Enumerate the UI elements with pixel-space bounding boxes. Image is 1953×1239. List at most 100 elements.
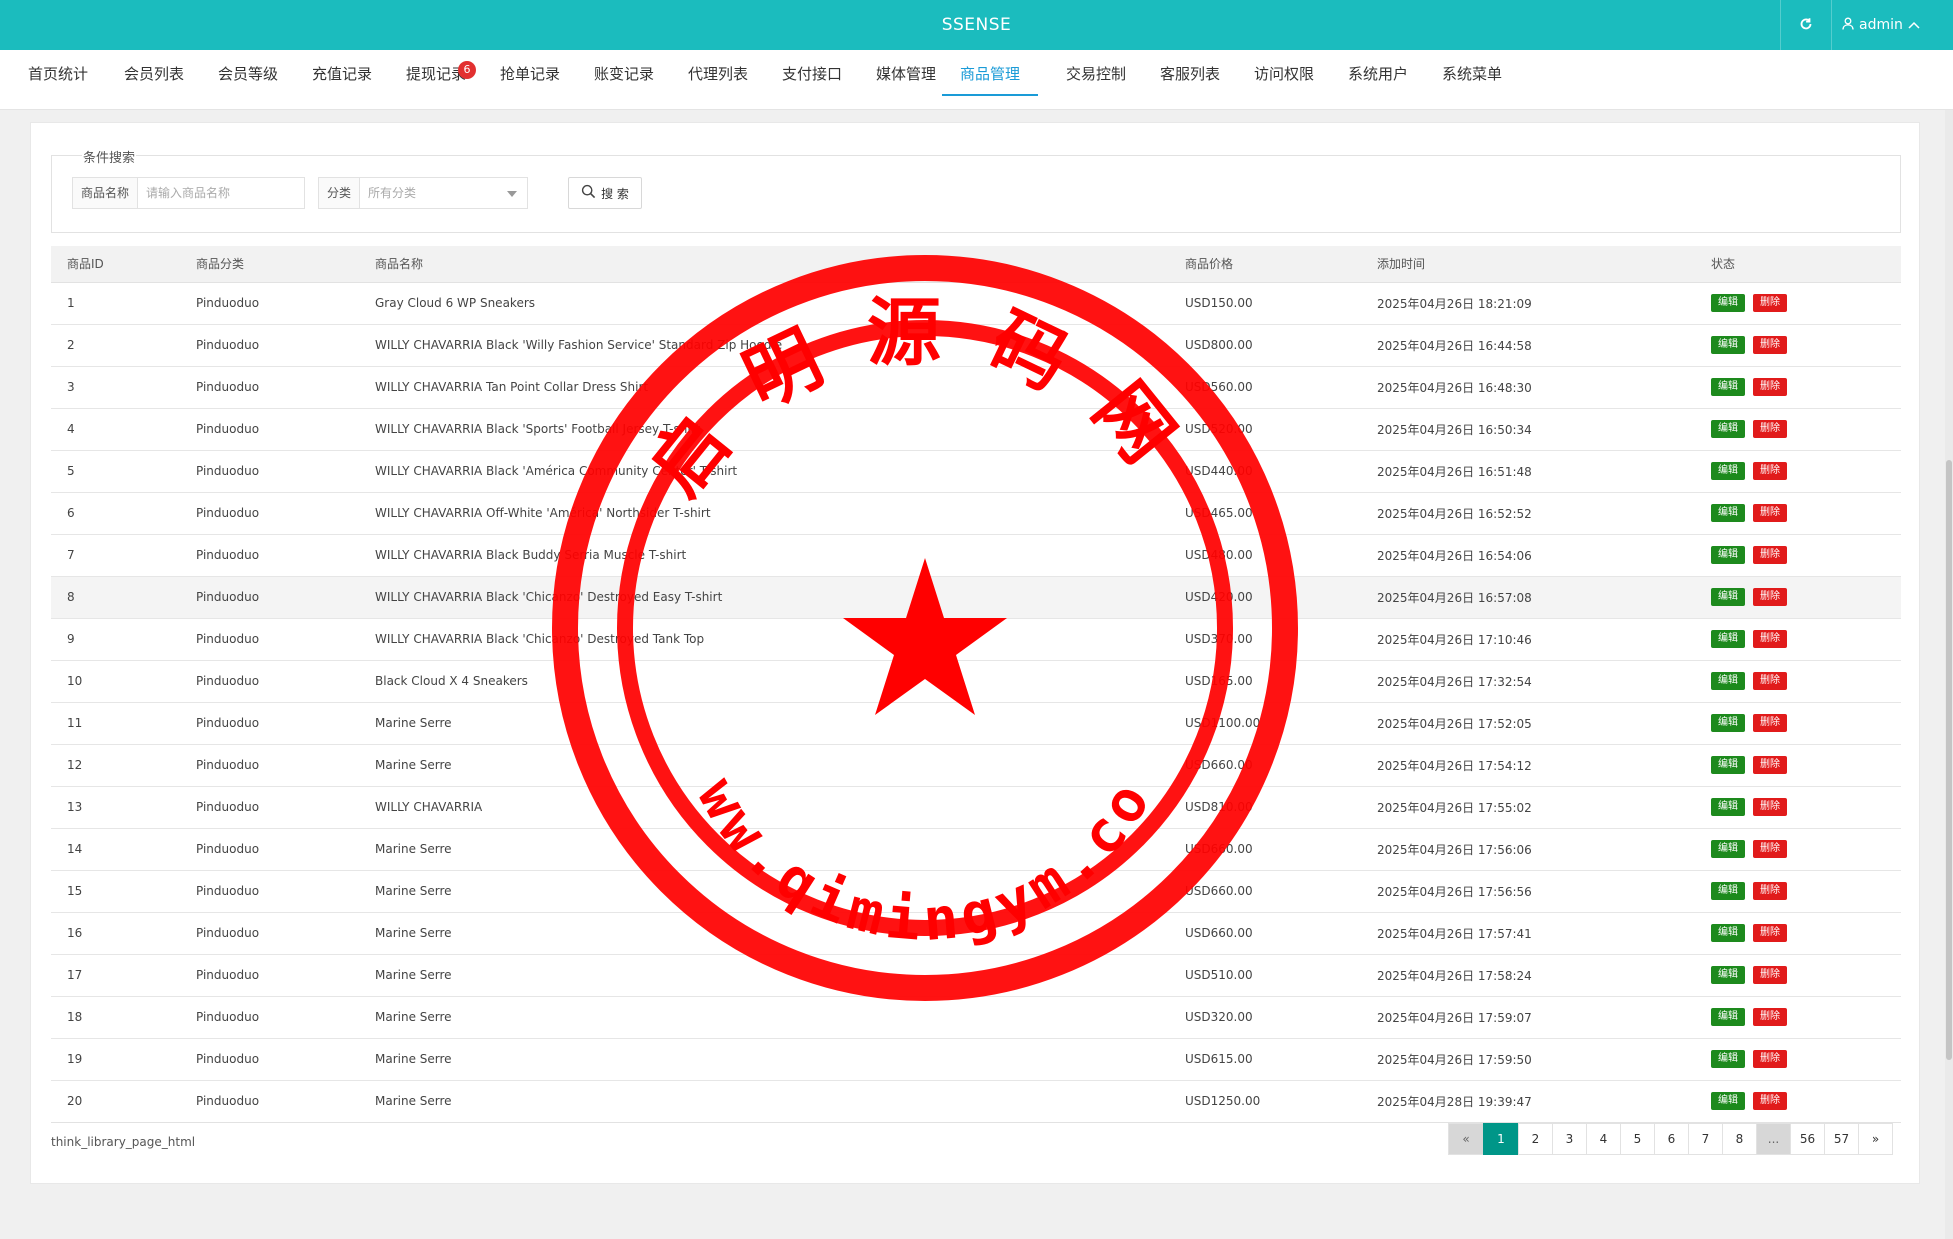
edit-button[interactable]: 编辑	[1711, 504, 1745, 522]
nav-tab-10[interactable]: 媒体管理	[864, 50, 948, 96]
cell-price: USD560.00	[1169, 366, 1361, 409]
delete-button[interactable]: 删除	[1753, 924, 1787, 942]
page-button[interactable]: 2	[1518, 1123, 1553, 1155]
edit-button[interactable]: 编辑	[1711, 1008, 1745, 1026]
delete-button[interactable]: 删除	[1753, 462, 1787, 480]
nav-tab-9[interactable]: 支付接口	[770, 50, 854, 96]
page-button[interactable]: 57	[1824, 1123, 1859, 1155]
delete-button[interactable]: 删除	[1753, 1092, 1787, 1110]
edit-button[interactable]: 编辑	[1711, 966, 1745, 984]
edit-button[interactable]: 编辑	[1711, 672, 1745, 690]
page-button[interactable]: 8	[1722, 1123, 1757, 1155]
edit-button[interactable]: 编辑	[1711, 882, 1745, 900]
nav-tab-12[interactable]: 交易控制	[1054, 50, 1138, 96]
nav-tab-2[interactable]: 会员列表	[112, 50, 196, 96]
cell-category: Pinduoduo	[180, 576, 359, 619]
cell-id: 6	[51, 492, 180, 535]
delete-button[interactable]: 删除	[1753, 966, 1787, 984]
cell-name: Marine Serre	[359, 828, 1169, 871]
nav-tab-16[interactable]: 系统菜单	[1430, 50, 1514, 96]
delete-button[interactable]: 删除	[1753, 420, 1787, 438]
category-select[interactable]: 所有分类	[360, 178, 527, 208]
nav-tab-1[interactable]: 首页统计	[16, 50, 100, 96]
delete-button[interactable]: 删除	[1753, 1008, 1787, 1026]
delete-button[interactable]: 删除	[1753, 1050, 1787, 1068]
nav-tab-11[interactable]: 商品管理	[942, 50, 1038, 96]
page-button[interactable]: 5	[1620, 1123, 1655, 1155]
cell-time: 2025年04月26日 16:57:08	[1361, 576, 1695, 619]
cell-price: USD1100.00	[1169, 702, 1361, 745]
page-ellipsis[interactable]: ...	[1756, 1123, 1791, 1155]
column-header-category[interactable]: 商品分类	[180, 246, 359, 283]
edit-button[interactable]: 编辑	[1711, 840, 1745, 858]
column-header-id[interactable]: 商品ID	[51, 246, 180, 283]
edit-button[interactable]: 编辑	[1711, 924, 1745, 942]
nav-tab-3[interactable]: 会员等级	[206, 50, 290, 96]
page-button[interactable]: 4	[1586, 1123, 1621, 1155]
edit-button[interactable]: 编辑	[1711, 588, 1745, 606]
delete-button[interactable]: 删除	[1753, 756, 1787, 774]
scrollbar-thumb[interactable]	[1946, 460, 1952, 1060]
column-header-status[interactable]: 状态	[1695, 246, 1901, 283]
page-scrollbar[interactable]	[1945, 110, 1953, 1239]
delete-button[interactable]: 删除	[1753, 840, 1787, 858]
product-name-input[interactable]	[138, 178, 305, 208]
cell-id: 11	[51, 702, 180, 745]
edit-button[interactable]: 编辑	[1711, 756, 1745, 774]
edit-button[interactable]: 编辑	[1711, 420, 1745, 438]
cell-id: 10	[51, 660, 180, 703]
nav-tab-15[interactable]: 系统用户	[1336, 50, 1420, 96]
page-button[interactable]: 1	[1483, 1123, 1519, 1155]
delete-button[interactable]: 删除	[1753, 798, 1787, 816]
delete-button[interactable]: 删除	[1753, 672, 1787, 690]
delete-button[interactable]: 删除	[1753, 588, 1787, 606]
nav-tab-8[interactable]: 代理列表	[676, 50, 760, 96]
cell-actions: 编辑 删除	[1695, 954, 1901, 997]
edit-button[interactable]: 编辑	[1711, 630, 1745, 648]
cell-name: Marine Serre	[359, 996, 1169, 1039]
delete-button[interactable]: 删除	[1753, 294, 1787, 312]
cell-price: USD440.00	[1169, 450, 1361, 493]
edit-button[interactable]: 编辑	[1711, 1092, 1745, 1110]
cell-time: 2025年04月26日 17:58:24	[1361, 954, 1695, 997]
nav-tab-label: 会员列表	[123, 65, 184, 83]
column-header-price[interactable]: 商品价格	[1169, 246, 1361, 283]
page-button[interactable]: 3	[1552, 1123, 1587, 1155]
delete-button[interactable]: 删除	[1753, 336, 1787, 354]
nav-tab-13[interactable]: 客服列表	[1148, 50, 1232, 96]
refresh-button[interactable]	[1780, 0, 1832, 50]
edit-button[interactable]: 编辑	[1711, 462, 1745, 480]
nav-tab-6[interactable]: 抢单记录	[488, 50, 572, 96]
column-header-name[interactable]: 商品名称	[359, 246, 1169, 283]
delete-button[interactable]: 删除	[1753, 546, 1787, 564]
edit-button[interactable]: 编辑	[1711, 798, 1745, 816]
cell-actions: 编辑 删除	[1695, 534, 1901, 577]
nav-tab-4[interactable]: 充值记录	[300, 50, 384, 96]
delete-button[interactable]: 删除	[1753, 882, 1787, 900]
edit-button[interactable]: 编辑	[1711, 714, 1745, 732]
edit-button[interactable]: 编辑	[1711, 336, 1745, 354]
delete-button[interactable]: 删除	[1753, 504, 1787, 522]
next-page-button[interactable]: »	[1858, 1123, 1893, 1155]
edit-button[interactable]: 编辑	[1711, 1050, 1745, 1068]
user-menu[interactable]: admin	[1842, 0, 1920, 50]
page-button[interactable]: 7	[1688, 1123, 1723, 1155]
nav-tab-7[interactable]: 账变记录	[582, 50, 666, 96]
page-button[interactable]: 6	[1654, 1123, 1689, 1155]
cell-actions: 编辑 删除	[1695, 744, 1901, 787]
edit-button[interactable]: 编辑	[1711, 546, 1745, 564]
prev-page-button[interactable]: «	[1448, 1123, 1484, 1155]
table-row: 14 Pinduoduo Marine Serre USD660.00 2025年04月…	[51, 828, 1901, 871]
cell-price: USD320.00	[1169, 996, 1361, 1039]
edit-button[interactable]: 编辑	[1711, 378, 1745, 396]
cell-id: 17	[51, 954, 180, 997]
delete-button[interactable]: 删除	[1753, 630, 1787, 648]
page-button[interactable]: 56	[1790, 1123, 1825, 1155]
delete-button[interactable]: 删除	[1753, 378, 1787, 396]
cell-id: 2	[51, 324, 180, 367]
search-button[interactable]: 搜 索	[568, 177, 642, 209]
nav-tab-14[interactable]: 访问权限	[1242, 50, 1326, 96]
delete-button[interactable]: 删除	[1753, 714, 1787, 732]
edit-button[interactable]: 编辑	[1711, 294, 1745, 312]
column-header-time[interactable]: 添加时间	[1361, 246, 1695, 283]
